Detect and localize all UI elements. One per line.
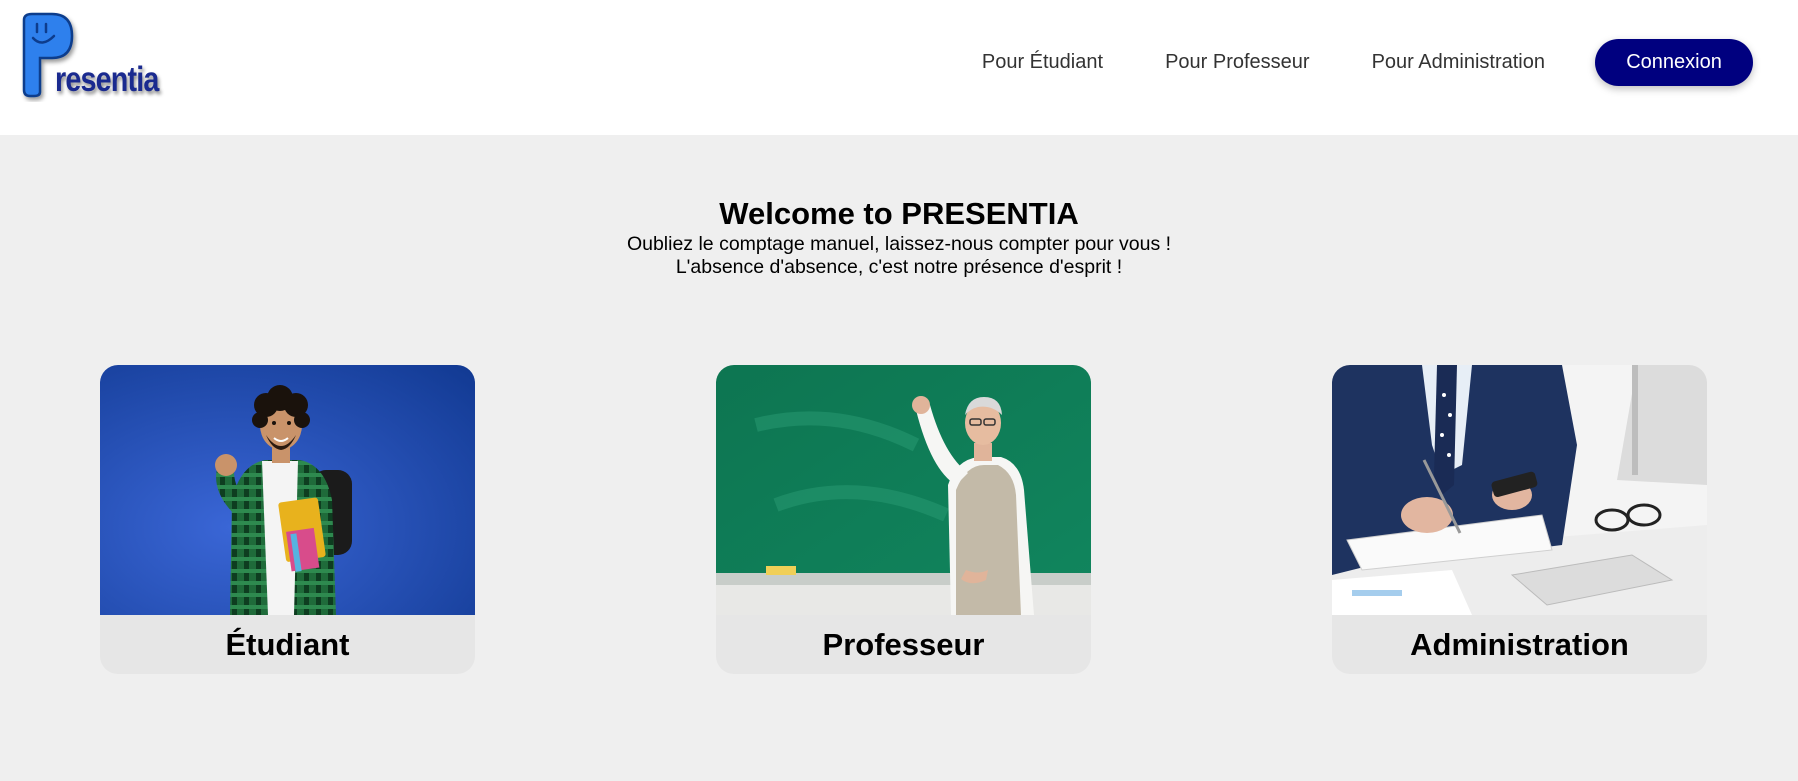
login-button[interactable]: Connexion (1595, 39, 1753, 86)
card-label-professeur: Professeur (822, 627, 985, 662)
card-etudiant[interactable]: Étudiant (100, 365, 475, 674)
teacher-chalkboard-photo (716, 365, 1091, 615)
card-administration[interactable]: Administration (1332, 365, 1707, 674)
hero-section: Welcome to PRESENTIA Oubliez le comptage… (0, 195, 1798, 279)
nav-link-etudiant[interactable]: Pour Étudiant (982, 51, 1103, 74)
nav-link-administration[interactable]: Pour Administration (1372, 51, 1545, 74)
student-photo (100, 365, 475, 615)
main-nav: Pour Étudiant Pour Professeur Pour Admin… (982, 0, 1798, 125)
hero-tagline-2: L'absence d'absence, c'est notre présenc… (675, 256, 1123, 278)
hero-tagline-1: Oubliez le comptage manuel, laissez-nous… (626, 233, 1172, 255)
card-label-etudiant: Étudiant (225, 627, 350, 662)
logo-wordmark: resentia (55, 60, 159, 99)
office-desk-photo (1332, 365, 1707, 615)
card-label-administration: Administration (1410, 627, 1629, 662)
nav-link-professeur[interactable]: Pour Professeur (1165, 51, 1310, 74)
hero-title: Welcome to PRESENTIA (719, 196, 1079, 231)
presentia-logo[interactable]: resentia (20, 12, 170, 107)
card-professeur[interactable]: Professeur (716, 365, 1091, 674)
site-header: resentia Pour Étudiant Pour Professeur P… (0, 0, 1798, 135)
